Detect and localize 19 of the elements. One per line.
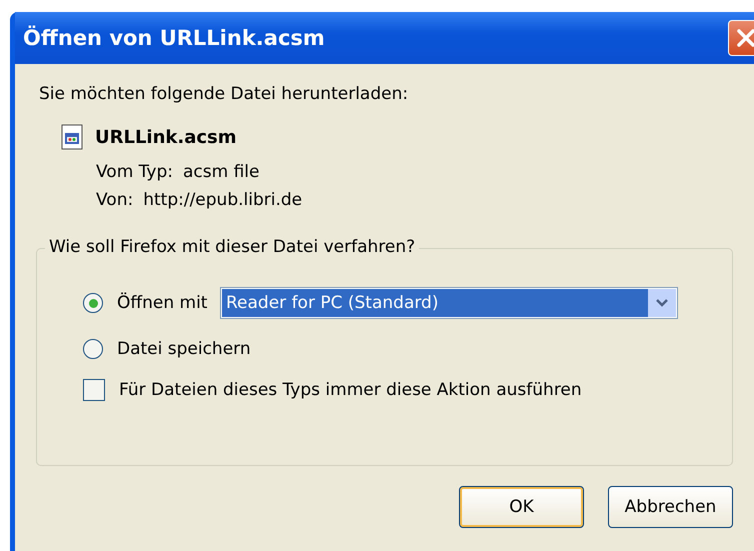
detail-label: Vom Typ: — [96, 162, 173, 182]
radio-button[interactable] — [83, 293, 103, 313]
application-dropdown[interactable]: Reader for PC (Standard) — [220, 287, 678, 319]
detail-value: http://epub.libri.de — [143, 190, 302, 210]
ok-button[interactable]: OK — [459, 486, 584, 528]
close-button[interactable] — [728, 20, 754, 56]
window-title: Öffnen von URLLink.acsm — [23, 26, 325, 50]
file-name: URLLink.acsm — [95, 126, 236, 148]
close-icon — [735, 27, 754, 49]
file-icon — [61, 124, 83, 150]
cancel-button[interactable]: Abbrechen — [608, 486, 733, 528]
checkbox[interactable] — [83, 379, 105, 401]
checkbox-label[interactable]: Für Dateien dieses Typs immer diese Aktion ausführen — [119, 380, 582, 400]
radio-button[interactable] — [83, 339, 103, 359]
option-label[interactable]: Datei speichern — [117, 339, 251, 359]
intro-text: Sie möchten folgende Datei herunterladen: — [39, 84, 410, 104]
detail-label: Von: — [96, 190, 134, 210]
detail-value: acsm file — [183, 162, 260, 182]
option-label[interactable]: Öffnen mit — [117, 293, 220, 313]
